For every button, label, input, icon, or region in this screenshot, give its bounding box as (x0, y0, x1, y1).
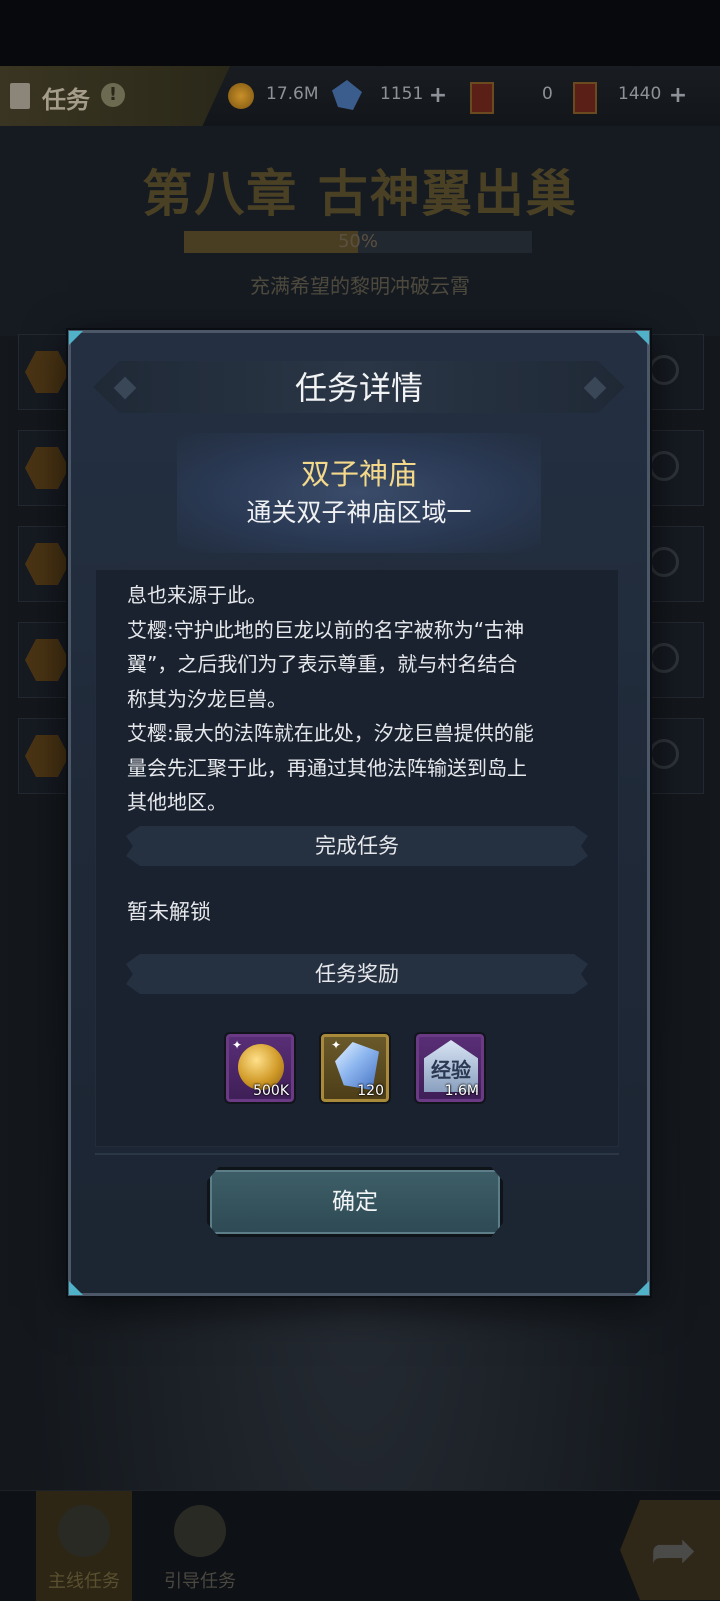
tab-main-quests-label: 主线任务 (48, 1571, 120, 1592)
search-icon[interactable] (649, 643, 679, 673)
quest-badge-icon (25, 447, 69, 489)
card-amount: 1440 (618, 84, 662, 104)
reward-exp[interactable]: 经验 1.6M (414, 1032, 486, 1104)
complete-status-text: 暂未解锁 (127, 900, 211, 924)
scroll-icon (58, 1505, 110, 1557)
reward-quantity: 120 (357, 1083, 384, 1099)
reward-quantity: 1.6M (444, 1083, 479, 1099)
chapter-subtitle: 充满希望的黎明冲破云霄 (250, 274, 470, 298)
forward-arrow-icon: ➦ (650, 1518, 697, 1583)
gold-amount: 17.6M (266, 84, 319, 104)
divider (95, 1153, 619, 1155)
story-line: 息也来源于此。 (127, 583, 267, 607)
confirm-button-label: 确定 (332, 1189, 378, 1215)
confirm-button[interactable]: 确定 (207, 1167, 503, 1237)
dialog-title: 任务详情 (294, 369, 423, 407)
tab-guide-quests[interactable]: 引导任务 (152, 1491, 248, 1601)
story-line: 艾樱:守护此地的巨龙以前的名字被称为“古神 (127, 617, 525, 642)
quest-detail-dialog: 任务详情 双子神庙 通关双子神庙区域一 息也来源于此。 艾樱:守护此地的巨龙以前… (68, 330, 650, 1296)
corner-ornament (635, 1281, 649, 1295)
sparkle-icon: ✦ (232, 1038, 243, 1052)
reward-quantity: 500K (253, 1083, 289, 1099)
quest-tab-header: 任务 ! (0, 66, 230, 126)
info-alert-icon[interactable]: ! (101, 83, 125, 107)
complete-section-label: 完成任务 (315, 834, 399, 858)
search-icon[interactable] (649, 739, 679, 769)
chapter-progress-bar: 50% (184, 231, 532, 253)
quest-tab-title: 任务 (42, 86, 90, 114)
quest-goal: 通关双子神庙区域一 (246, 498, 472, 527)
quest-story-text: 息也来源于此。 艾樱:守护此地的巨龙以前的名字被称为“古神 翼”，之后我们为了表… (127, 578, 595, 820)
corner-ornament (69, 331, 83, 345)
summon-card-amount: 0 (542, 84, 553, 104)
reward-gold[interactable]: ✦ 500K (224, 1032, 296, 1104)
exp-icon-text: 经验 (431, 1058, 471, 1082)
story-line: 称其为汐龙巨兽。 (127, 686, 287, 711)
story-line: 量会先汇聚于此，再通过其他法阵输送到岛上 (127, 755, 527, 780)
quest-name: 双子神庙 (300, 457, 417, 491)
bone-icon (174, 1505, 226, 1557)
summon-card-icon (470, 82, 494, 114)
quest-scroll-icon (10, 83, 30, 109)
search-icon[interactable] (649, 355, 679, 385)
chapter-progress-label: 50% (337, 231, 378, 252)
story-line: 其他地区。 (127, 790, 227, 814)
quest-badge-icon (25, 543, 69, 585)
story-line: 艾樱:最大的法阵就在此处，汐龙巨兽提供的能 (127, 721, 534, 745)
status-bar (0, 0, 720, 66)
quest-badge-icon (25, 735, 69, 777)
chapter-title: 第八章 古神翼出巢 (142, 165, 578, 223)
tab-main-quests[interactable]: 主线任务 (36, 1491, 132, 1601)
gold-coin-icon (228, 83, 254, 109)
reward-section-label: 任务奖励 (315, 962, 399, 986)
search-icon[interactable] (649, 451, 679, 481)
quest-badge-icon (25, 639, 69, 681)
story-line: 翼”，之后我们为了表示尊重，就与村名结合 (127, 652, 518, 676)
tab-guide-quests-label: 引导任务 (164, 1571, 236, 1592)
add-crystal-button[interactable]: + (428, 85, 448, 107)
corner-ornament (69, 1281, 83, 1295)
bottom-nav: 主线任务 引导任务 (0, 1490, 720, 1601)
sparkle-icon: ✦ (331, 1038, 342, 1052)
search-icon[interactable] (649, 547, 679, 577)
card-icon (573, 82, 597, 114)
crystal-amount: 1151 (380, 84, 424, 104)
add-card-button[interactable]: + (668, 85, 688, 107)
quest-badge-icon (25, 351, 69, 393)
quest-content-panel[interactable]: 息也来源于此。 艾樱:守护此地的巨龙以前的名字被称为“古神 翼”，之后我们为了表… (95, 569, 619, 1147)
corner-ornament (635, 331, 649, 345)
reward-crystal[interactable]: ✦ 120 (319, 1032, 391, 1104)
